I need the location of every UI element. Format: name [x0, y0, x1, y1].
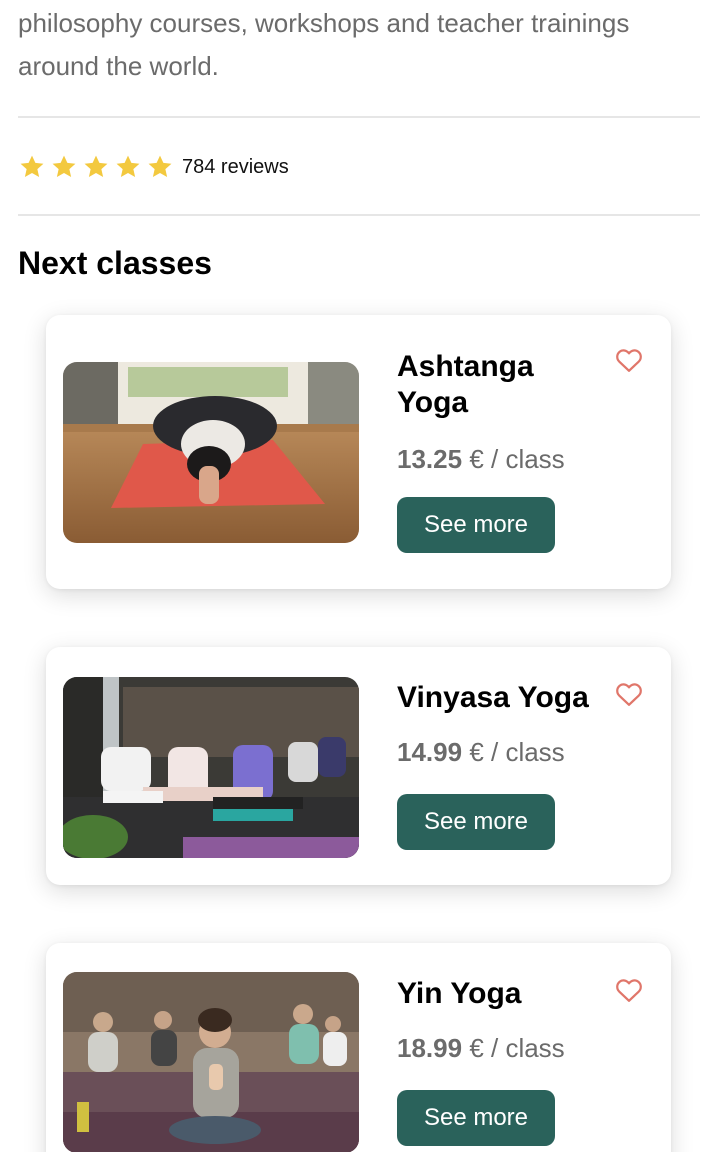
class-info: Ashtanga Yoga 13.25 € / class See more	[397, 349, 651, 553]
star-icon	[52, 155, 76, 178]
class-price: 13.25 € / class	[397, 443, 651, 475]
see-more-button[interactable]: See more	[397, 794, 555, 850]
star-rating	[18, 153, 174, 181]
class-price: 18.99 € / class	[397, 1032, 651, 1064]
price-unit: € / class	[469, 1033, 565, 1063]
rating: 784 reviews	[18, 151, 289, 183]
price-unit: € / class	[469, 444, 565, 474]
divider	[18, 214, 700, 216]
section-title-next-classes: Next classes	[18, 245, 212, 281]
divider	[18, 116, 700, 118]
class-image[interactable]	[63, 972, 359, 1152]
favorite-button[interactable]	[615, 977, 643, 1003]
heart-icon	[616, 683, 642, 706]
class-title[interactable]: Yin Yoga	[397, 976, 617, 1012]
heart-icon	[616, 349, 642, 372]
class-card-vinyasa: Vinyasa Yoga 14.99 € / class See more	[46, 647, 671, 885]
intro-text: philosophy courses, workshops and teache…	[18, 8, 630, 81]
price-amount: 14.99	[397, 737, 463, 767]
class-card-yin: Yin Yoga 18.99 € / class See more	[46, 943, 671, 1152]
yoga-group-meditation-image	[63, 972, 359, 1152]
reviews-count[interactable]: 784 reviews	[182, 156, 289, 179]
class-title[interactable]: Ashtanga Yoga	[397, 349, 587, 421]
favorite-button[interactable]	[615, 347, 643, 373]
see-more-button[interactable]: See more	[397, 497, 555, 553]
class-info: Yin Yoga 18.99 € / class See more	[397, 976, 651, 1146]
heart-icon	[616, 979, 642, 1002]
star-icon	[84, 155, 108, 178]
class-price: 14.99 € / class	[397, 736, 651, 768]
price-amount: 13.25	[397, 444, 463, 474]
class-title[interactable]: Vinyasa Yoga	[397, 680, 617, 716]
favorite-button[interactable]	[615, 681, 643, 707]
class-image[interactable]	[63, 677, 359, 858]
star-icon	[148, 155, 172, 178]
page: philosophy courses, workshops and teache…	[0, 0, 716, 1152]
price-amount: 18.99	[397, 1033, 463, 1063]
see-more-button[interactable]: See more	[397, 1090, 555, 1146]
star-icon	[116, 155, 140, 178]
class-image[interactable]	[63, 362, 359, 543]
class-info: Vinyasa Yoga 14.99 € / class See more	[397, 680, 651, 850]
yoga-child-pose-image	[63, 362, 359, 543]
yoga-group-warrior-image	[63, 677, 359, 858]
class-card-ashtanga: Ashtanga Yoga 13.25 € / class See more	[46, 315, 671, 589]
price-unit: € / class	[469, 737, 565, 767]
star-icon	[20, 155, 44, 178]
